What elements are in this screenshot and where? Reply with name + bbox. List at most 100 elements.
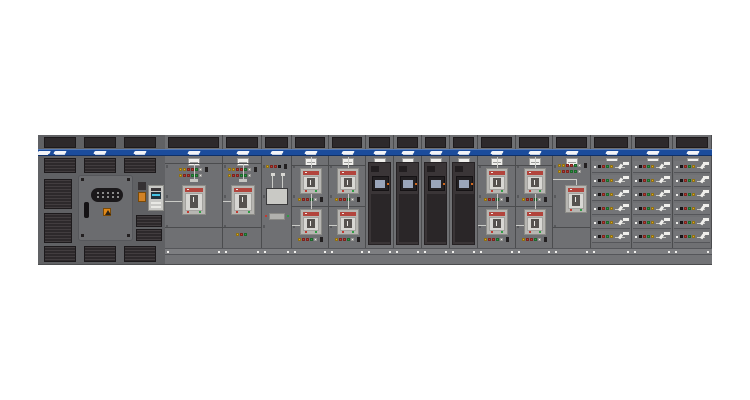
brand-logo-underline (135, 154, 145, 155)
door-hinge (166, 165, 168, 168)
brand-logo-underline (237, 154, 247, 155)
mimic-bus-line (243, 164, 244, 179)
breaker-handle (575, 197, 576, 202)
unit-latch (635, 222, 637, 224)
roof-vent-panel (594, 137, 628, 148)
hmi-door-vent (371, 166, 379, 172)
connector-pin (117, 192, 119, 194)
roof-vent-panel (519, 137, 549, 148)
bottom-cable-band (632, 248, 673, 255)
hmi-door (424, 162, 447, 245)
breaker-handle (496, 221, 497, 226)
hmi-display-screen (431, 180, 441, 188)
unit-indicator-yellow (692, 165, 695, 168)
aux-indicator-light-yellow (236, 233, 239, 236)
incomer-indicator-light-yellow (183, 168, 186, 171)
breaker-status-dot-green (501, 190, 503, 192)
door-screw (127, 178, 130, 181)
connector-pin (117, 196, 119, 198)
tie-indicator-light-green (570, 170, 573, 173)
aux-indicator-light-red (240, 233, 243, 236)
band-clip (361, 251, 363, 253)
mimic-bus-line (535, 194, 536, 209)
feeder-unit-row (674, 189, 710, 201)
incomer-indicator-light-green (195, 174, 198, 177)
roof-vent-panel (226, 137, 258, 148)
panel-divider (165, 227, 223, 228)
roof-vent-panel (265, 137, 288, 148)
door-hinge (293, 195, 295, 198)
air-circuit-breaker (337, 209, 359, 235)
unit-indicator-black (598, 193, 601, 196)
tie-indicator-light-white (578, 170, 581, 173)
air-circuit-breaker (300, 209, 322, 235)
unit-indicator-red (643, 221, 646, 224)
incomer-indicator-light-yellow (228, 168, 231, 171)
band-clip (555, 251, 557, 253)
unit-indicator-green (606, 235, 609, 238)
unit-indicator-black (680, 207, 683, 210)
incomer-indicator-light-red (187, 174, 190, 177)
dual-lower-indicator-light-white (351, 238, 354, 241)
meter-screen-line (152, 194, 160, 196)
incomer-indicator-light-yellow (179, 168, 182, 171)
unit-indicator-green (688, 193, 691, 196)
unit-indicator-black (639, 221, 642, 224)
mimic-bus-line (497, 157, 498, 168)
incomer-indicator-light-white (248, 174, 251, 177)
dual-lower-indicator-light-yellow (335, 238, 338, 241)
door-hinge (517, 195, 519, 198)
hmi-lower-panel (399, 194, 418, 242)
incomer-indicator-light-white (199, 168, 202, 171)
breaker-handle (534, 180, 535, 185)
unit-nameplate (664, 218, 670, 221)
dual-lower-indicator-light-red (492, 238, 495, 241)
warning-label-icon (103, 208, 111, 216)
unit-indicator-green (688, 235, 691, 238)
mimic-bus-line (348, 194, 349, 209)
dual-upper-indicator-light-red (306, 198, 309, 201)
breaker-status-dot-red (491, 231, 493, 233)
dual-lower-indicator-light-yellow (522, 238, 525, 241)
dual-upper-indicator-light-white (314, 198, 317, 201)
feeder-unit-row (592, 175, 630, 187)
tie-indicator-light-red (570, 164, 573, 167)
band-clip (480, 251, 482, 253)
band-clip (675, 251, 677, 253)
hmi-door-vent (427, 166, 435, 172)
tie-indicator-light-red (566, 164, 569, 167)
bottom-cable-band (292, 248, 329, 255)
feeder-unit-row (592, 231, 630, 243)
multipin-connector (91, 188, 123, 202)
incomer-control-switch (254, 167, 257, 172)
dual-lower-indicator-light-red (343, 238, 346, 241)
breaker-window (531, 178, 539, 187)
unit-indicator-green (606, 207, 609, 210)
incomer-indicator-light-red (232, 174, 235, 177)
feeder-unit-row (633, 217, 671, 229)
unit-indicator-black (680, 165, 683, 168)
band-clip (294, 251, 296, 253)
hmi-status-led (443, 183, 445, 185)
mimic-bus-line (553, 179, 576, 180)
unit-latch (635, 208, 637, 210)
warning-triangle-icon (105, 210, 111, 215)
incomer-indicator-light-yellow (228, 174, 231, 177)
dual-lower-indicator-light-red (306, 238, 309, 241)
connector-pin (102, 192, 104, 194)
breaker-handle (534, 221, 535, 226)
air-circuit-breaker (524, 168, 546, 194)
breaker-status-dot-red (529, 231, 531, 233)
band-clip (257, 251, 259, 253)
feeder-unit-row (674, 161, 710, 173)
incomer-indicator-light-yellow (232, 168, 235, 171)
dual-lower-indicator-light-green (496, 238, 499, 241)
dual-lower-indicator-light-red (526, 238, 529, 241)
tie-indicator-light-yellow (558, 170, 561, 173)
dual-lower-indicator-light-yellow (484, 238, 487, 241)
meter-screen (151, 192, 161, 199)
dual-lower-control-switch (544, 237, 547, 242)
louver-vent-panel (124, 246, 156, 262)
roof-vent-panel (481, 137, 512, 148)
plate-dot (265, 215, 267, 217)
